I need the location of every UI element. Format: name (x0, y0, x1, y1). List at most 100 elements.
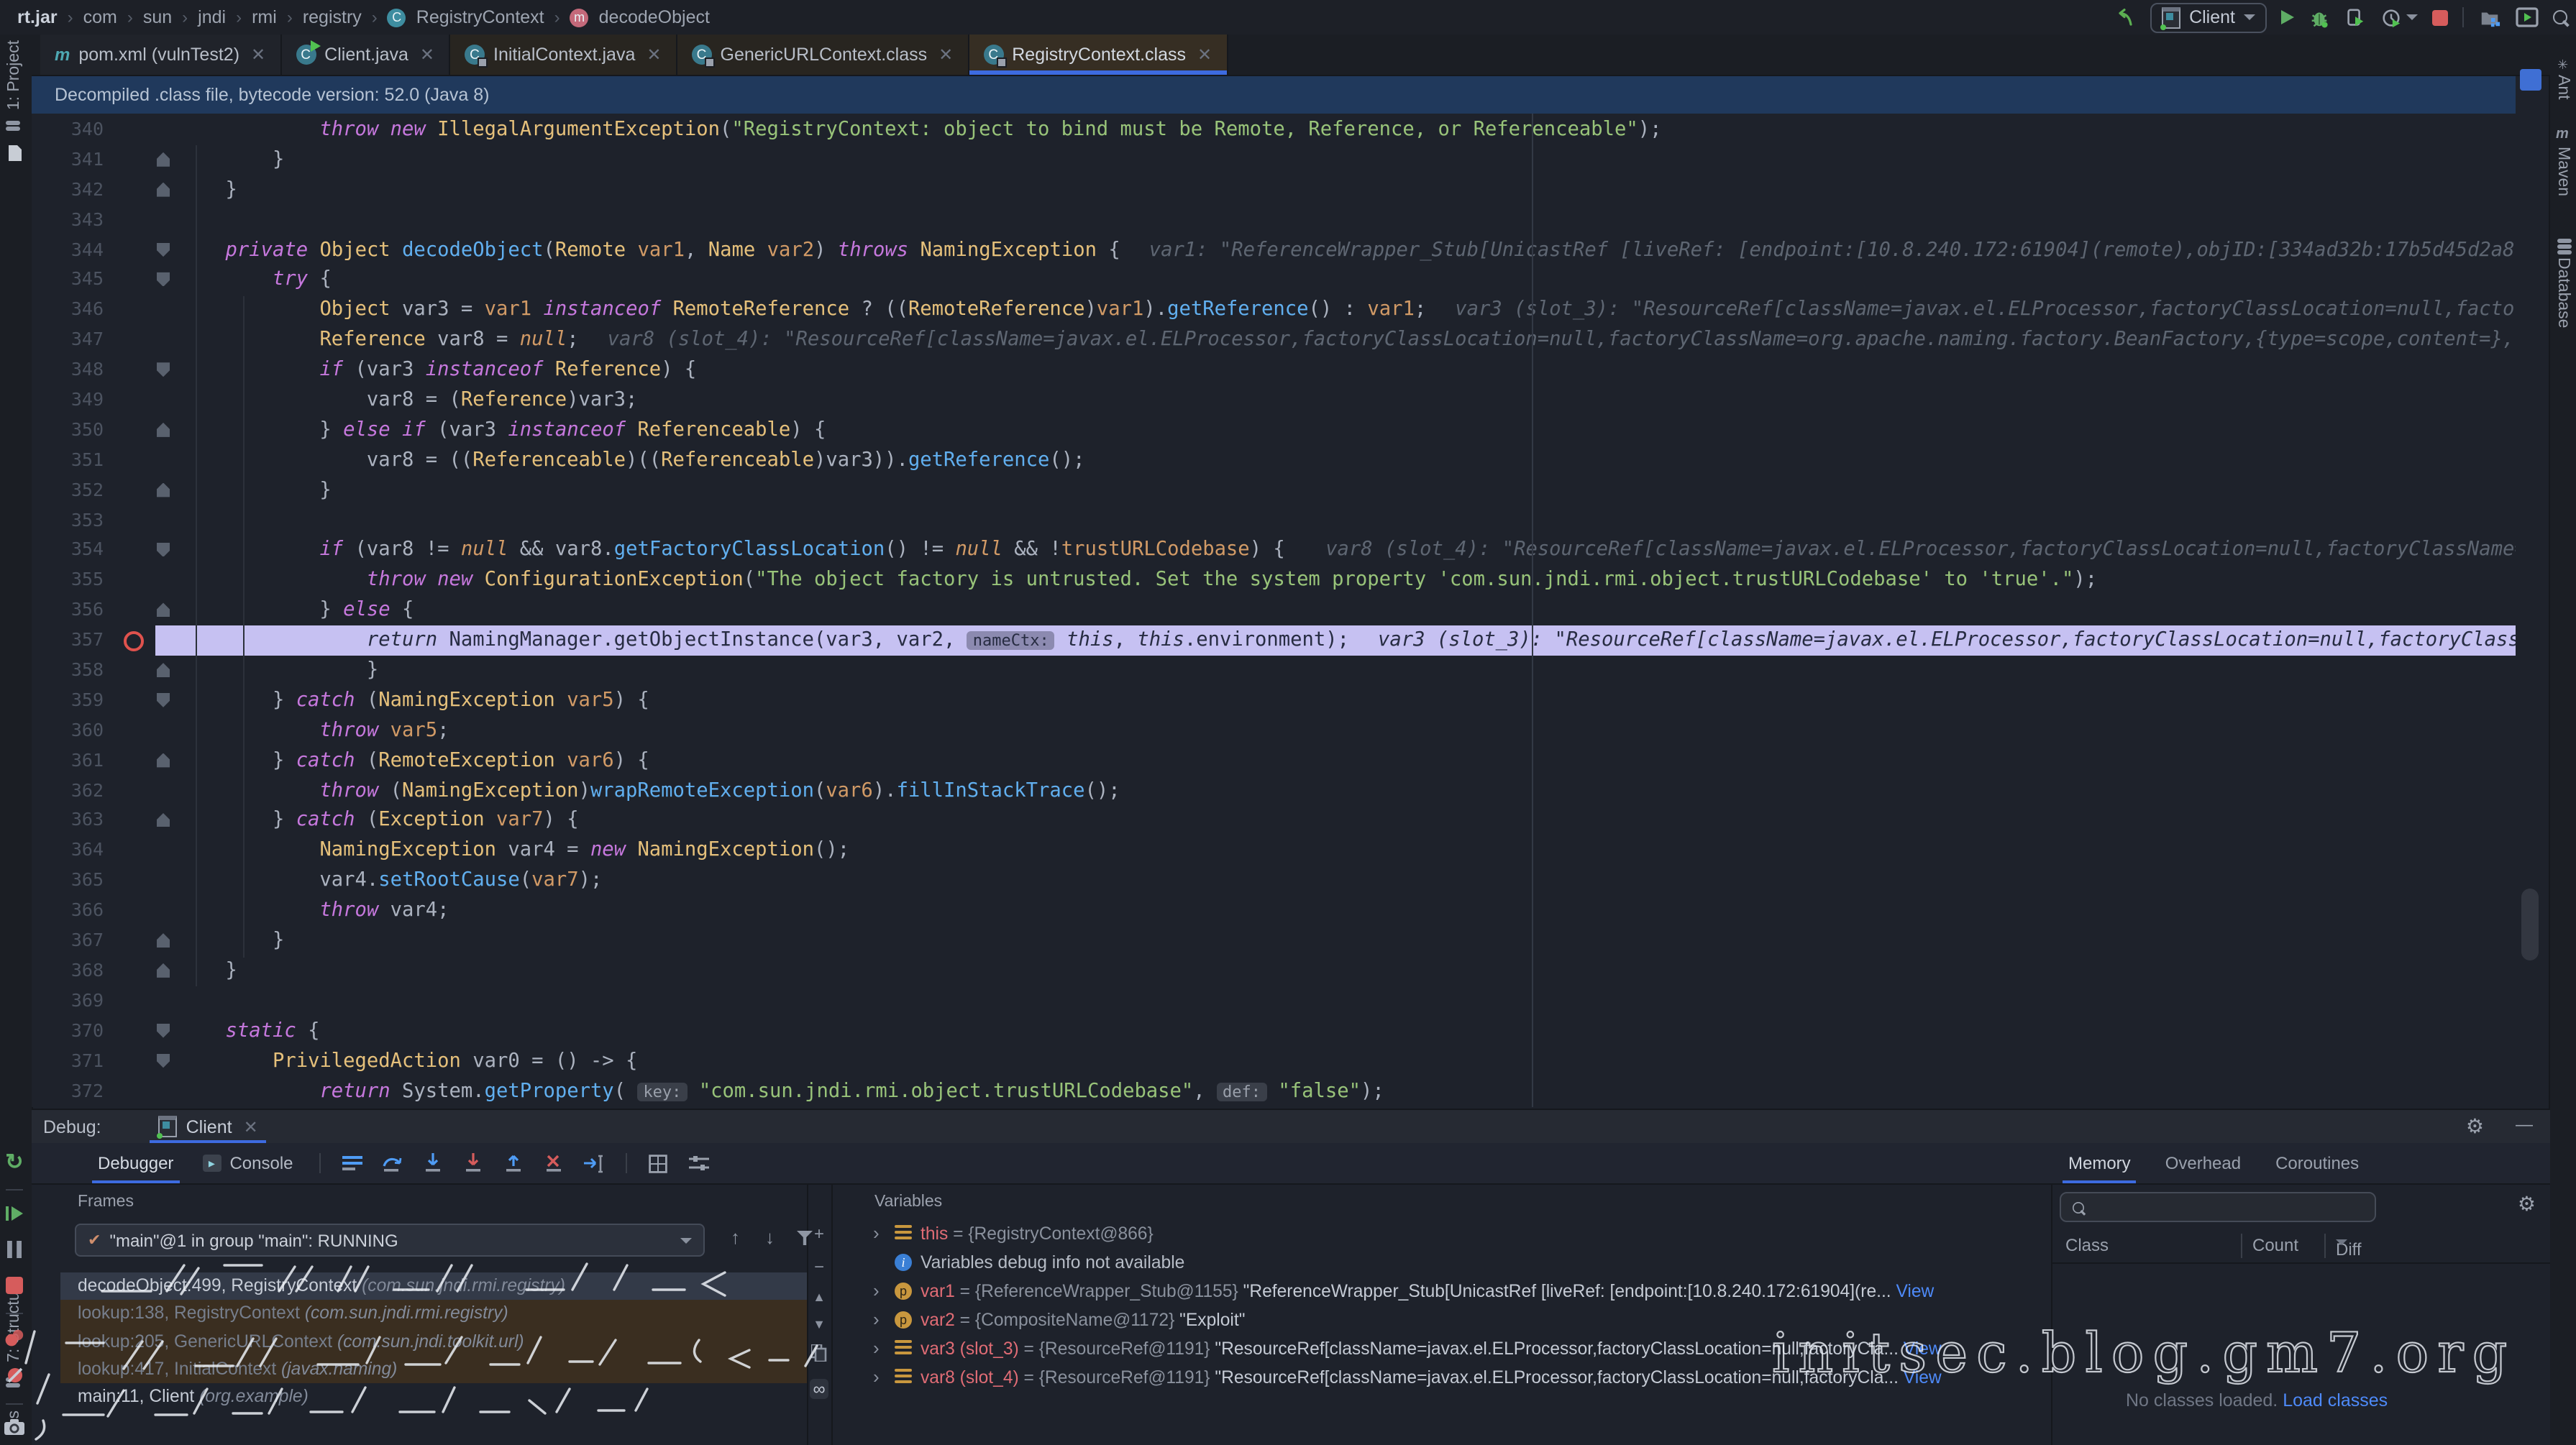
code-line-349[interactable]: 349 var8 = (Reference)var3; (32, 385, 2516, 416)
fold-marker-icon[interactable] (157, 1053, 170, 1068)
tab-genericurlcontext-class[interactable]: CGenericURLContext.class✕ (677, 35, 969, 75)
code-line-361[interactable]: 361 } catch (RemoteException var6) { (32, 746, 2516, 776)
fold-marker-icon[interactable] (157, 272, 170, 287)
run-anything-icon[interactable] (2516, 7, 2539, 27)
close-icon[interactable]: ✕ (647, 45, 661, 65)
step-out-icon[interactable] (502, 1152, 525, 1175)
frame-row[interactable]: lookup:417, InitialContext (javax.naming… (60, 1356, 807, 1384)
fold-marker-icon[interactable] (157, 603, 170, 618)
fold-marker-icon[interactable] (157, 693, 170, 707)
line-number[interactable]: 360 (32, 716, 115, 746)
fold-marker-icon[interactable] (157, 663, 170, 677)
code-line-358[interactable]: 358 } (32, 656, 2516, 686)
code-editor[interactable]: 340 throw new IllegalArgumentException("… (32, 114, 2516, 1107)
frame-row[interactable]: main:11, Client (org.example) (60, 1383, 807, 1411)
code-line-372[interactable]: 372 return System.getProperty( key: "com… (32, 1076, 2516, 1106)
add-watch-icon[interactable]: + (814, 1224, 824, 1244)
breadcrumb-item[interactable]: rmi (252, 7, 277, 27)
line-number[interactable]: 364 (32, 836, 115, 866)
close-icon[interactable]: ✕ (938, 45, 953, 65)
debug-session-tab[interactable]: Client ✕ (150, 1110, 267, 1143)
breadcrumb-item[interactable]: registry (303, 7, 362, 27)
stop-button[interactable] (2432, 9, 2448, 25)
line-number[interactable]: 372 (32, 1076, 115, 1106)
code-line-367[interactable]: 367 } (32, 926, 2516, 956)
project-structure-icon[interactable] (2478, 6, 2501, 28)
tab-registrycontext-class[interactable]: CRegistryContext.class✕ (969, 35, 1228, 75)
breadcrumb-item[interactable]: sun (143, 7, 172, 27)
update-arrow-icon[interactable] (2113, 6, 2136, 29)
code-line-341[interactable]: 341 } (32, 145, 2516, 175)
line-number[interactable]: 349 (32, 385, 115, 416)
code-line-360[interactable]: 360 throw var5; (32, 716, 2516, 746)
line-number[interactable]: 350 (32, 416, 115, 446)
code-line-348[interactable]: 348 if (var3 instanceof Reference) { (32, 355, 2516, 385)
code-line-354[interactable]: 354 if (var8 != null && var8.getFactoryC… (32, 536, 2516, 566)
view-link[interactable]: View (1899, 1367, 1942, 1387)
code-line-346[interactable]: 346 Object var3 = var1 instanceof Remote… (32, 295, 2516, 326)
expand-chevron-icon[interactable]: › (873, 1219, 880, 1248)
code-line-370[interactable]: 370 static { (32, 1016, 2516, 1046)
breadcrumb-item[interactable]: jndi (198, 7, 226, 27)
line-number[interactable]: 355 (32, 566, 115, 596)
duplicate-icon[interactable] (811, 1344, 827, 1366)
mute-breakpoints-icon[interactable] (5, 1366, 24, 1389)
fold-marker-icon[interactable] (157, 362, 170, 377)
profiler-button[interactable] (2380, 6, 2418, 28)
line-number[interactable]: 366 (32, 896, 115, 926)
line-number[interactable]: 340 (32, 115, 115, 145)
code-line-345[interactable]: 345 try { (32, 265, 2516, 295)
minimize-icon[interactable]: — (2516, 1114, 2533, 1139)
line-number[interactable]: 363 (32, 806, 115, 836)
step-into-icon[interactable] (421, 1152, 444, 1175)
code-line-342[interactable]: 342 } (32, 175, 2516, 206)
tool-window-project[interactable]: 1: Project (6, 40, 23, 110)
memory-search-input[interactable] (2060, 1192, 2376, 1222)
resume-icon[interactable] (6, 1205, 23, 1226)
code-line-356[interactable]: 356 } else { (32, 596, 2516, 626)
fold-marker-icon[interactable] (157, 963, 170, 978)
tab-debugger[interactable]: Debugger (83, 1143, 188, 1183)
tab-memory[interactable]: Memory (2068, 1143, 2131, 1183)
close-icon[interactable]: ✕ (244, 1116, 258, 1137)
frame-row[interactable]: lookup:205, GenericURLContext (com.sun.j… (60, 1328, 807, 1356)
breadcrumb-class[interactable]: RegistryContext (416, 7, 544, 27)
fold-marker-icon[interactable] (157, 813, 170, 827)
line-number[interactable]: 356 (32, 596, 115, 626)
line-number[interactable]: 357 (32, 625, 115, 656)
code-line-353[interactable]: 353 (32, 505, 2516, 536)
line-number[interactable]: 359 (32, 686, 115, 716)
frame-row[interactable]: decodeObject:499, RegistryContext (com.s… (60, 1272, 807, 1300)
coverage-run-icon[interactable] (2344, 6, 2366, 28)
code-line-340[interactable]: 340 throw new IllegalArgumentException("… (32, 115, 2516, 145)
gear-icon[interactable]: ⚙ (2466, 1114, 2484, 1139)
line-number[interactable]: 371 (32, 1046, 115, 1076)
editor-scrollbar[interactable] (2516, 114, 2550, 1107)
thread-selector[interactable]: ✔ "main"@1 in group "main": RUNNING (75, 1224, 705, 1257)
frame-up-icon[interactable]: ↑ (731, 1226, 740, 1248)
tab-coroutines[interactable]: Coroutines (2275, 1143, 2359, 1183)
search-everywhere-icon[interactable] (2553, 10, 2567, 24)
line-number[interactable]: 353 (32, 505, 115, 536)
code-line-355[interactable]: 355 throw new ConfigurationException("Th… (32, 566, 2516, 596)
tab-console[interactable]: ▸Console (188, 1143, 307, 1183)
step-over-icon[interactable] (381, 1152, 404, 1175)
debug-button[interactable] (2308, 6, 2330, 28)
expand-chevron-icon[interactable]: › (873, 1306, 880, 1334)
scrollbar-thumb[interactable] (2521, 889, 2539, 960)
fold-marker-icon[interactable] (157, 423, 170, 437)
line-number[interactable]: 341 (32, 145, 115, 175)
variable-row[interactable]: ›var8 (slot_4) = {ResourceRef@1191} "Res… (831, 1363, 2051, 1392)
code-line-344[interactable]: 344 private Object decodeObject(Remote v… (32, 235, 2516, 265)
fold-marker-icon[interactable] (157, 753, 170, 767)
view-breakpoints-icon[interactable] (4, 1329, 24, 1352)
fold-marker-icon[interactable] (157, 152, 170, 167)
line-number[interactable]: 352 (32, 475, 115, 505)
evaluate-expression-icon[interactable] (647, 1152, 670, 1175)
variable-row[interactable]: ›pvar1 = {ReferenceWrapper_Stub@1155} "R… (831, 1277, 2051, 1306)
breadcrumb-item[interactable]: com (83, 7, 117, 27)
variable-row[interactable]: ›pvar2 = {CompositeName@1172} "Exploit" (831, 1306, 2051, 1334)
line-number[interactable]: 370 (32, 1016, 115, 1046)
rerun-icon[interactable]: ↻ (5, 1149, 23, 1175)
run-to-cursor-icon[interactable] (583, 1152, 606, 1175)
